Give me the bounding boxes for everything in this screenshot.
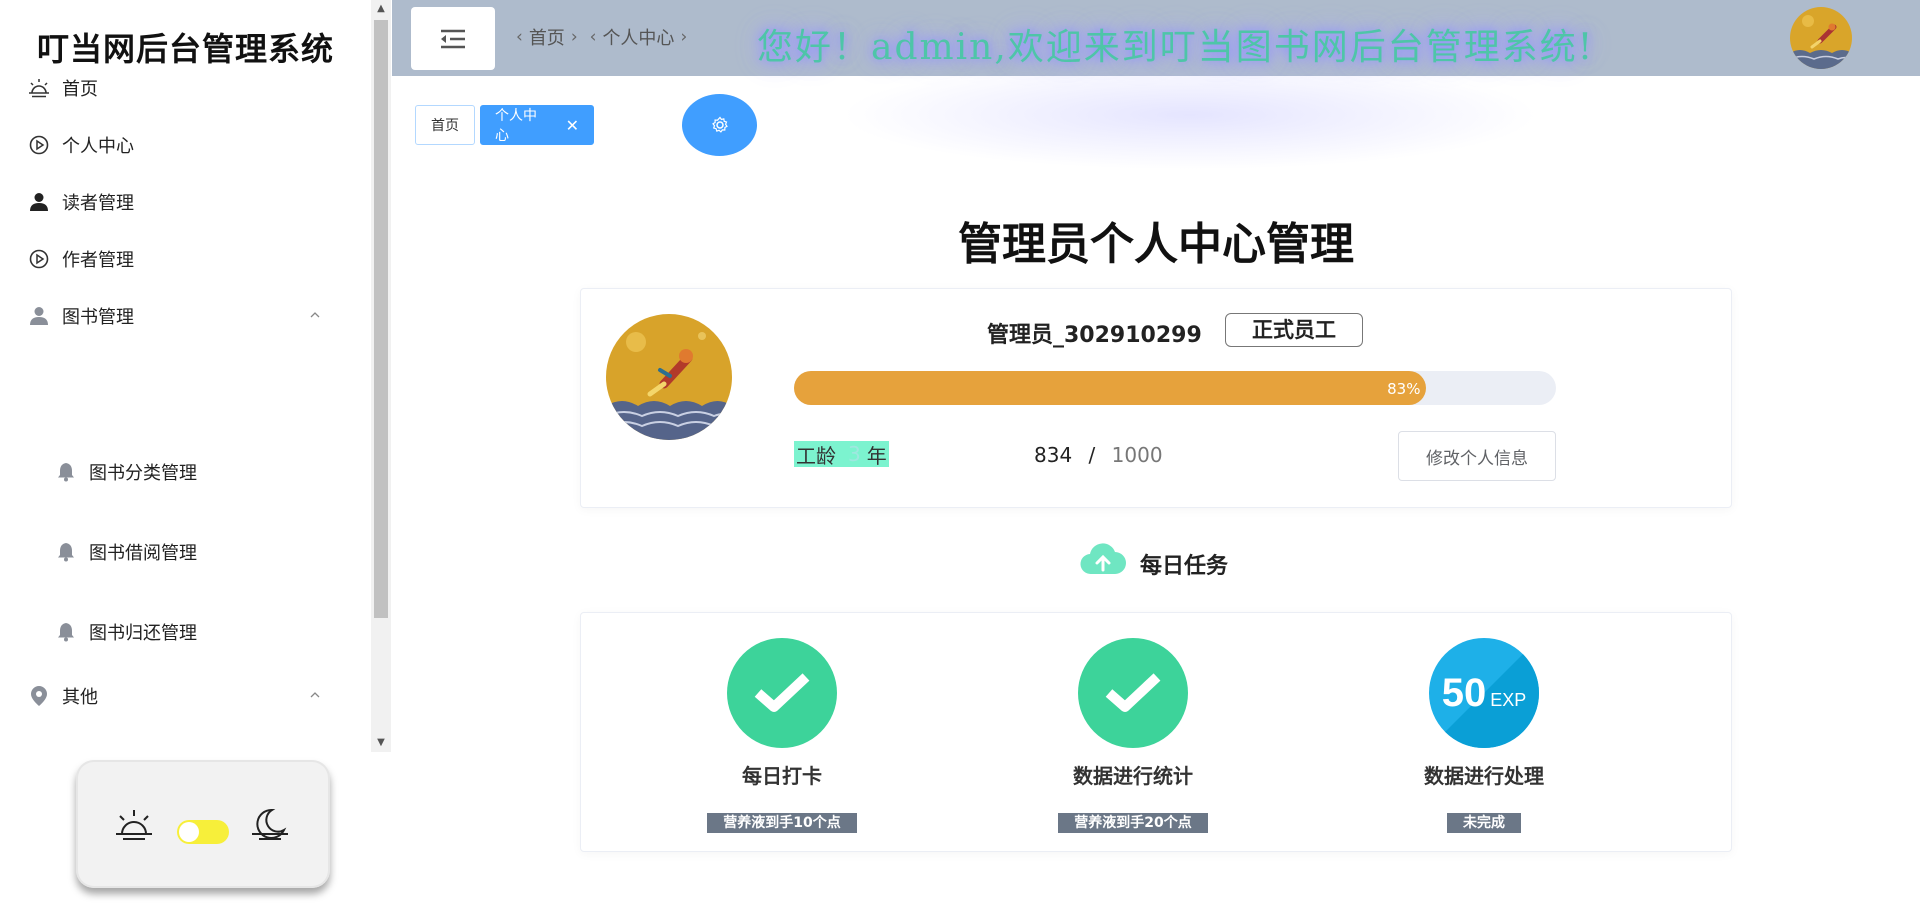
cloud-upload-icon [1080, 543, 1126, 575]
breadcrumb: ‹ 首页 › ‹ 个人中心 › [510, 24, 693, 50]
sidebar-scrollbar[interactable]: ▲ ▼ [371, 0, 391, 752]
daily-tasks-card: 每日打卡 营养液到手10个点 数据进行统计 营养液到手20个点 50 EXP 数据… [580, 612, 1732, 852]
sidebar-item-authors[interactable]: 作者管理 [28, 239, 134, 279]
sidebar-item-home[interactable]: 首页 [28, 68, 98, 108]
points-total: 1000 [1111, 443, 1163, 467]
bell-icon [55, 621, 77, 643]
menu-toggle-button[interactable] [411, 7, 495, 70]
sidebar-item-readers[interactable]: 读者管理 [28, 182, 134, 222]
play-circle-icon [28, 248, 50, 270]
alarm-icon [28, 77, 50, 99]
task-item: 数据进行统计 营养液到手20个点 [1033, 638, 1233, 833]
daily-tasks-header: 每日任务 [1080, 540, 1228, 580]
task-status: 营养液到手20个点 [1058, 813, 1208, 833]
role-badge: 正式员工 [1225, 313, 1363, 347]
chevron-right-icon: › [570, 27, 578, 47]
scroll-down-arrow-icon[interactable]: ▼ [371, 734, 391, 752]
sidebar-item-label: 图书管理 [62, 307, 134, 328]
chevron-right-icon: › [680, 27, 688, 47]
check-icon [754, 673, 810, 712]
profile-card: 管理员_302910299 正式员工 83% 工龄 3 年 834 / 1000… [580, 288, 1732, 508]
scrollbar-thumb[interactable] [374, 20, 388, 618]
points-counter: 834 / 1000 [1034, 443, 1163, 467]
tab-label: 个人中心 [495, 108, 537, 144]
profile-username: 管理员_302910299 [987, 323, 1202, 348]
task-status: 营养液到手10个点 [707, 813, 857, 833]
moon-icon[interactable] [250, 808, 290, 844]
bell-icon [55, 461, 77, 483]
task-item: 每日打卡 营养液到手10个点 [682, 638, 882, 833]
menu-fold-icon [441, 29, 465, 48]
sidebar-item-books[interactable]: 图书管理 [28, 296, 348, 336]
task-name: 数据进行处理 [1424, 764, 1544, 788]
sidebar-item-label: 图书分类管理 [89, 463, 197, 484]
user-solid-icon [28, 191, 50, 213]
progress-label: 83% [1387, 380, 1421, 398]
profile-avatar[interactable] [606, 314, 732, 440]
settings-button[interactable] [682, 94, 757, 156]
toggle-knob [179, 822, 199, 842]
progress-fill: 83% [794, 371, 1427, 405]
breadcrumb-profile[interactable]: 个人中心 [602, 24, 674, 50]
sidebar-item-book-borrowing[interactable]: 图书借阅管理 [55, 532, 197, 572]
task-name: 每日打卡 [742, 764, 822, 788]
daily-tasks-title: 每日任务 [1140, 554, 1229, 579]
exp-badge: 50 EXP [1429, 638, 1539, 748]
tab-label: 首页 [431, 118, 459, 134]
seniority-tag: 工龄 3 年 [794, 441, 889, 468]
sidebar-item-book-categories[interactable]: 图书分类管理 [55, 452, 197, 492]
location-icon [28, 685, 50, 707]
sidebar-item-label: 其他 [62, 687, 98, 708]
breadcrumb-home[interactable]: 首页 [529, 24, 565, 50]
page-title: 管理员个人中心管理 [958, 219, 1354, 270]
exp-value: 50 [1441, 670, 1487, 715]
chevron-left-icon: ‹ [589, 27, 597, 47]
task-item: 50 EXP 数据进行处理 未完成 [1384, 638, 1584, 833]
sidebar-item-other[interactable]: 其他 [28, 676, 348, 716]
theme-switch-card [76, 760, 330, 888]
seniority-prefix: 工龄 [796, 443, 836, 468]
scroll-up-arrow-icon[interactable]: ▲ [371, 0, 391, 18]
sidebar-item-label: 读者管理 [62, 193, 134, 214]
points-separator: / [1088, 443, 1096, 467]
chevron-left-icon: ‹ [516, 27, 523, 47]
points-current: 834 [1034, 443, 1073, 467]
exp-unit: EXP [1490, 689, 1527, 710]
gear-icon [711, 116, 728, 133]
task-status: 未完成 [1447, 813, 1521, 833]
seniority-years: 3 [848, 442, 861, 466]
decorative-glow [840, 60, 1540, 170]
play-circle-icon [28, 134, 50, 156]
sidebar: 叮当网后台管理系统 首页 个人中心 读者管理 作者管理 图书管理 图书分类管理 … [0, 0, 392, 752]
sidebar-item-label: 作者管理 [62, 250, 134, 271]
progress-bar: 83% [794, 371, 1556, 405]
sidebar-item-label: 个人中心 [62, 136, 134, 157]
sidebar-item-profile[interactable]: 个人中心 [28, 125, 134, 165]
bell-icon [55, 541, 77, 563]
task-completed-badge [1078, 638, 1188, 748]
tab-profile[interactable]: 个人中心 ✕ [480, 105, 594, 145]
sidebar-item-label: 图书借阅管理 [89, 543, 197, 564]
sunrise-icon[interactable] [114, 808, 154, 844]
task-completed-badge [727, 638, 837, 748]
sidebar-item-label: 图书归还管理 [89, 623, 197, 644]
theme-toggle[interactable] [177, 820, 229, 844]
task-name: 数据进行统计 [1073, 764, 1193, 788]
user-icon [28, 305, 50, 327]
edit-profile-button[interactable]: 修改个人信息 [1398, 431, 1556, 481]
tab-home[interactable]: 首页 [415, 105, 475, 145]
seniority-suffix: 年 [866, 443, 887, 468]
sidebar-item-book-returns[interactable]: 图书归还管理 [55, 612, 197, 652]
chevron-up-icon [310, 312, 320, 318]
check-icon [1105, 673, 1161, 712]
close-icon[interactable]: ✕ [566, 116, 579, 135]
app-title: 叮当网后台管理系统 [36, 30, 334, 68]
header-avatar[interactable] [1790, 7, 1852, 69]
sidebar-item-label: 首页 [62, 79, 98, 100]
exp-badge-text: 50 EXP [1442, 671, 1527, 716]
chevron-up-icon [310, 692, 320, 698]
